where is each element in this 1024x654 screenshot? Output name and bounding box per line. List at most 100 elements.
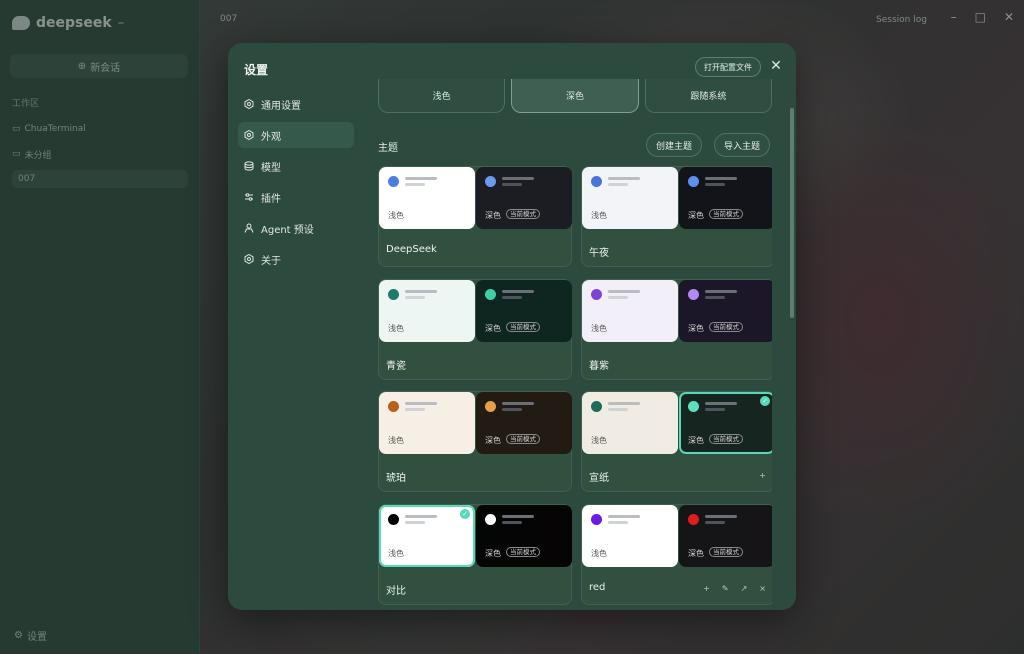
- preview-mode-label: 浅色: [388, 211, 404, 220]
- theme-card[interactable]: 浅色 深色 当前模式 ✓ 宣纸 +: [581, 391, 772, 492]
- accent-dot: [591, 514, 602, 525]
- settings-title: 设置: [244, 63, 269, 77]
- nav-item-agent-presets[interactable]: Agent 预设: [238, 215, 354, 241]
- theme-preview-light[interactable]: 浅色: [379, 280, 475, 342]
- theme-preview-light[interactable]: 浅色: [379, 167, 475, 229]
- import-theme-button[interactable]: 导入主题: [714, 133, 771, 157]
- preview-line: [405, 290, 437, 293]
- database-icon: [244, 161, 254, 171]
- current-mode-badge: 当前模式: [506, 547, 540, 557]
- preview-mode-label: 深色: [485, 324, 501, 333]
- preview-line: [608, 183, 628, 186]
- preview-line: [405, 296, 425, 299]
- scrollbar-thumb[interactable]: [790, 108, 794, 318]
- current-mode-badge: 当前模式: [506, 434, 540, 444]
- close-icon[interactable]: ✕: [768, 58, 784, 74]
- theme-preview-dark[interactable]: 深色 当前模式: [679, 505, 772, 567]
- theme-preview-light[interactable]: 浅色: [582, 392, 678, 454]
- current-mode-badge: 当前模式: [506, 322, 540, 332]
- preview-mode-label: 浅色: [388, 549, 404, 558]
- gear-icon: [244, 254, 254, 264]
- gear-icon: [244, 99, 254, 109]
- mode-dark-button[interactable]: 深色: [511, 79, 639, 113]
- create-theme-button[interactable]: 创建主题: [646, 133, 703, 157]
- open-config-file-button[interactable]: 打开配置文件: [695, 57, 761, 77]
- preview-line: [502, 290, 534, 293]
- accent-dot: [591, 289, 602, 300]
- accent-dot: [688, 514, 699, 525]
- preview-mode-label: 深色: [688, 436, 704, 445]
- preview-line: [608, 521, 628, 524]
- theme-preview-dark[interactable]: 深色 当前模式: [476, 392, 572, 454]
- preview-line: [608, 296, 628, 299]
- preview-line: [608, 290, 640, 293]
- theme-card[interactable]: 浅色 深色 当前模式 暮紫: [581, 279, 772, 380]
- accent-dot: [591, 176, 602, 187]
- theme-card[interactable]: 浅色 深色 当前模式 午夜: [581, 166, 772, 267]
- theme-preview-light[interactable]: 浅色: [582, 167, 678, 229]
- accent-dot: [485, 289, 496, 300]
- accent-dot: [485, 401, 496, 412]
- preview-mode-label: 浅色: [591, 436, 607, 445]
- preview-mode-label: 浅色: [591, 211, 607, 220]
- preview-mode-label: 浅色: [591, 549, 607, 558]
- nav-item-plugins[interactable]: 插件: [238, 184, 354, 210]
- nav-item-about[interactable]: 关于: [238, 246, 354, 272]
- delete-icon[interactable]: ×: [759, 584, 766, 593]
- nav-item-appearance[interactable]: 外观: [238, 122, 354, 148]
- preview-line: [705, 521, 725, 524]
- accent-dot: [485, 176, 496, 187]
- nav-item-models[interactable]: 模型: [238, 153, 354, 179]
- theme-preview-dark[interactable]: 深色 当前模式: [679, 167, 772, 229]
- preview-mode-label: 浅色: [591, 324, 607, 333]
- mode-light-button[interactable]: 浅色: [378, 79, 506, 113]
- theme-card[interactable]: 浅色 深色 当前模式 red + ✎ ↗ ×: [581, 504, 772, 605]
- preview-line: [405, 515, 437, 518]
- theme-preview-dark[interactable]: 深色 当前模式: [476, 280, 572, 342]
- theme-name: 青瓷: [386, 361, 406, 372]
- nav-item-label: 模型: [261, 162, 281, 174]
- edit-icon[interactable]: ✎: [722, 584, 729, 593]
- preview-line: [705, 515, 737, 518]
- preview-line: [705, 402, 737, 405]
- add-icon[interactable]: +: [759, 471, 766, 480]
- current-mode-badge: 当前模式: [709, 209, 743, 219]
- nav-item-label: Agent 预设: [261, 224, 314, 236]
- nav-item-general[interactable]: 通用设置: [238, 91, 354, 117]
- theme-card[interactable]: 浅色 深色 当前模式 琥珀: [378, 391, 572, 492]
- preview-line: [705, 177, 737, 180]
- preview-line: [502, 521, 522, 524]
- preview-line: [608, 515, 640, 518]
- accent-dot: [388, 289, 399, 300]
- preview-line: [502, 183, 522, 186]
- theme-preview-dark[interactable]: 深色 当前模式 ✓: [679, 392, 772, 454]
- export-icon[interactable]: ↗: [741, 584, 748, 593]
- themes-heading: 主题: [378, 143, 398, 154]
- current-mode-badge: 当前模式: [709, 434, 743, 444]
- theme-card[interactable]: 浅色 深色 当前模式 DeepSeek: [378, 166, 572, 267]
- mode-system-button[interactable]: 跟随系统: [644, 79, 772, 113]
- theme-name: red: [589, 582, 606, 593]
- preview-mode-label: 深色: [485, 549, 501, 558]
- preview-line: [405, 177, 437, 180]
- theme-preview-light[interactable]: 浅色 ✓: [379, 505, 475, 567]
- theme-card[interactable]: 浅色 ✓ 深色 当前模式 对比: [378, 504, 572, 605]
- theme-preview-light[interactable]: 浅色: [582, 505, 678, 567]
- current-mode-badge: 当前模式: [709, 547, 743, 557]
- theme-card[interactable]: 浅色 深色 当前模式 青瓷: [378, 279, 572, 380]
- theme-preview-light[interactable]: 浅色: [582, 280, 678, 342]
- add-icon[interactable]: +: [703, 584, 710, 593]
- theme-preview-dark[interactable]: 深色 当前模式: [476, 505, 572, 567]
- settings-dialog: 设置 通用设置 外观 模型 插件 Agent 预设 关于 打开配置文件 ✕ 浅色…: [228, 43, 796, 610]
- accent-dot: [688, 289, 699, 300]
- accent-dot: [688, 176, 699, 187]
- accent-dot: [388, 514, 399, 525]
- preview-line: [405, 402, 437, 405]
- theme-preview-dark[interactable]: 深色 当前模式: [679, 280, 772, 342]
- theme-preview-light[interactable]: 浅色: [379, 392, 475, 454]
- settings-nav: 设置 通用设置 外观 模型 插件 Agent 预设 关于: [228, 43, 354, 610]
- theme-name: DeepSeek: [386, 244, 437, 255]
- theme-preview-dark[interactable]: 深色 当前模式: [476, 167, 572, 229]
- accent-dot: [485, 514, 496, 525]
- preview-line: [608, 402, 640, 405]
